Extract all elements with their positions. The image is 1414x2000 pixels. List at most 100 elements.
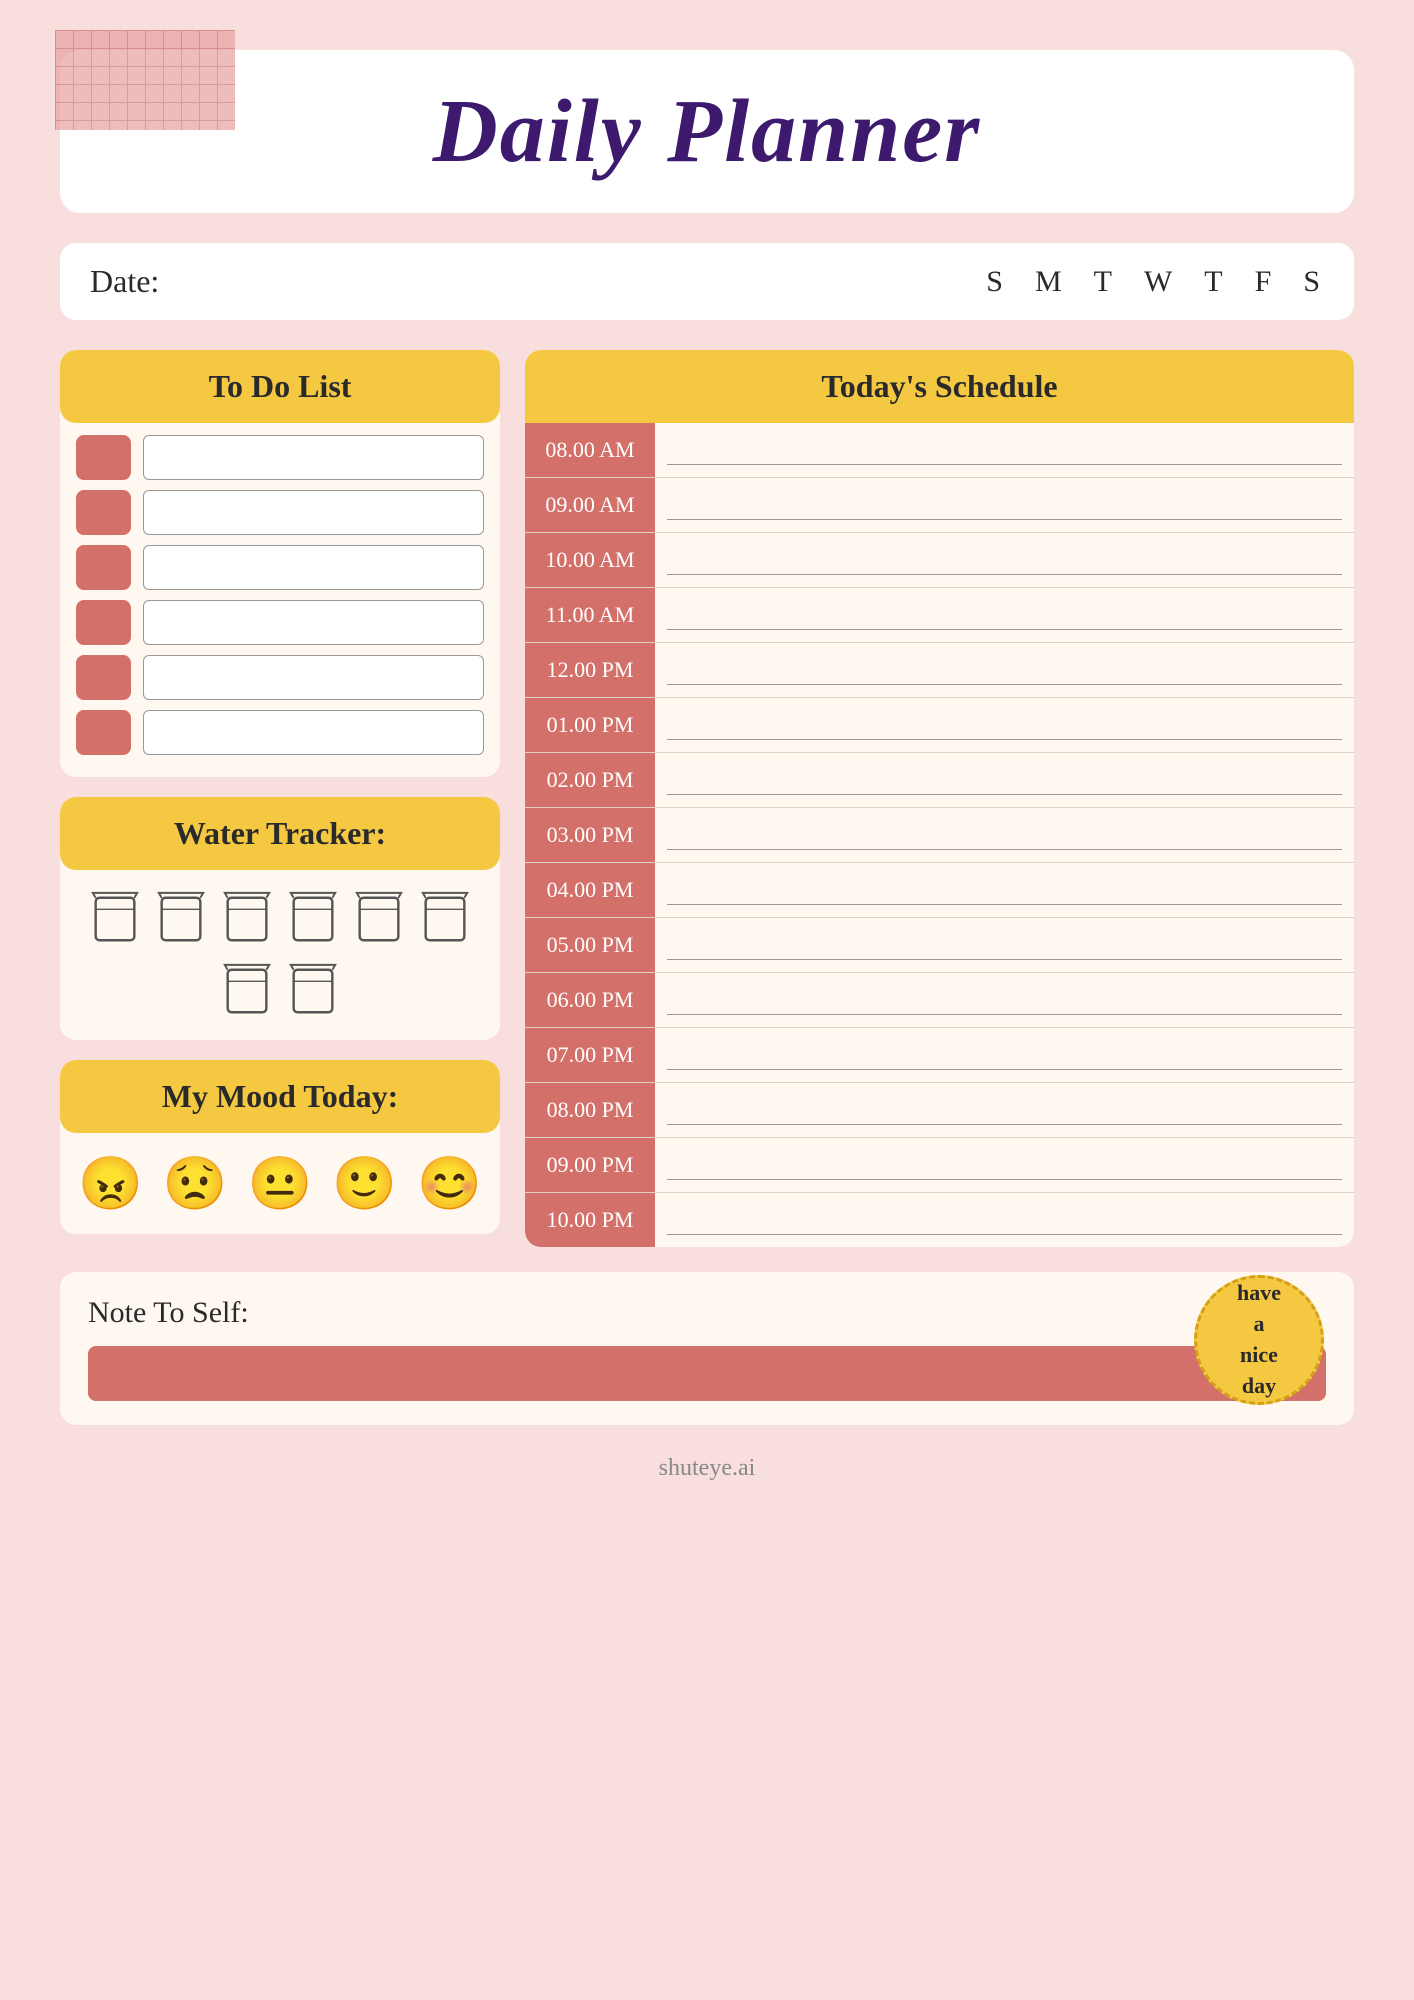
todo-line-3[interactable] [143,545,484,590]
time-8pm: 08.00 PM [525,1083,655,1137]
todo-item-5 [76,655,484,700]
schedule-section: Today's Schedule 08.00 AM 09.00 AM 10.00… [525,350,1354,1247]
todo-items [60,423,500,777]
time-11am: 11.00 AM [525,588,655,642]
note-area[interactable] [88,1346,1326,1401]
todo-checkbox-4[interactable] [76,600,131,645]
date-row: Date: S M T W T F S [60,243,1354,320]
event-9pm[interactable] [667,1151,1342,1180]
time-12pm: 12.00 PM [525,643,655,697]
time-5pm: 05.00 PM [525,918,655,972]
time-2pm: 02.00 PM [525,753,655,807]
todo-line-1[interactable] [143,435,484,480]
schedule-body: 08.00 AM 09.00 AM 10.00 AM 11.00 AM 12.0… [525,423,1354,1247]
event-4pm[interactable] [667,876,1342,905]
schedule-row-9pm: 09.00 PM [525,1138,1354,1193]
schedule-row-11am: 11.00 AM [525,588,1354,643]
day-m: M [1035,265,1066,299]
time-9pm: 09.00 PM [525,1138,655,1192]
event-3pm[interactable] [667,821,1342,850]
event-5pm[interactable] [667,931,1342,960]
todo-line-5[interactable] [143,655,484,700]
event-12pm[interactable] [667,656,1342,685]
schedule-row-2pm: 02.00 PM [525,753,1354,808]
note-section: Note To Self: [60,1272,1354,1425]
todo-checkbox-3[interactable] [76,545,131,590]
todo-header: To Do List [60,350,500,423]
schedule-row-10pm: 10.00 PM [525,1193,1354,1247]
mood-sad[interactable]: 😟 [163,1153,228,1214]
todo-item-3 [76,545,484,590]
event-9am[interactable] [667,491,1342,520]
event-8pm[interactable] [667,1096,1342,1125]
note-wrapper: Note To Self: have a nice day [60,1272,1354,1425]
schedule-row-4pm: 04.00 PM [525,863,1354,918]
water-cup-3[interactable] [221,890,273,948]
water-cup-6[interactable] [419,890,471,948]
nice-day-text: have a nice day [1237,1278,1281,1401]
schedule-row-1pm: 01.00 PM [525,698,1354,753]
todo-checkbox-1[interactable] [76,435,131,480]
todo-line-6[interactable] [143,710,484,755]
todo-item-4 [76,600,484,645]
time-10pm: 10.00 PM [525,1193,655,1247]
water-cup-5[interactable] [353,890,405,948]
event-6pm[interactable] [667,986,1342,1015]
nice-day-badge: have a nice day [1194,1275,1324,1405]
schedule-row-9am: 09.00 AM [525,478,1354,533]
page-title: Daily Planner [100,80,1314,183]
schedule-row-8pm: 08.00 PM [525,1083,1354,1138]
mood-happy[interactable]: 🙂 [332,1153,397,1214]
todo-checkbox-2[interactable] [76,490,131,535]
schedule-row-3pm: 03.00 PM [525,808,1354,863]
todo-checkbox-6[interactable] [76,710,131,755]
event-10pm[interactable] [667,1206,1342,1235]
schedule-row-6pm: 06.00 PM [525,973,1354,1028]
day-t2: T [1204,265,1226,299]
todo-line-2[interactable] [143,490,484,535]
todo-item-2 [76,490,484,535]
water-header: Water Tracker: [60,797,500,870]
todo-line-4[interactable] [143,600,484,645]
time-1pm: 01.00 PM [525,698,655,752]
time-4pm: 04.00 PM [525,863,655,917]
schedule-row-8am: 08.00 AM [525,423,1354,478]
footer: shuteye.ai [60,1455,1354,1502]
date-label: Date: [90,263,159,300]
day-t1: T [1094,265,1116,299]
water-cup-7[interactable] [221,962,273,1020]
water-cup-4[interactable] [287,890,339,948]
event-10am[interactable] [667,546,1342,575]
water-cup-8[interactable] [287,962,339,1020]
schedule-row-5pm: 05.00 PM [525,918,1354,973]
mood-angry[interactable]: 😠 [78,1153,143,1214]
page: Daily Planner Date: S M T W T F S To Do … [0,0,1414,2000]
event-7pm[interactable] [667,1041,1342,1070]
mood-emojis: 😠 😟 😐 🙂 😊 [60,1133,500,1234]
event-2pm[interactable] [667,766,1342,795]
schedule-row-10am: 10.00 AM [525,533,1354,588]
mood-header: My Mood Today: [60,1060,500,1133]
time-3pm: 03.00 PM [525,808,655,862]
tape-decoration [55,30,235,130]
event-11am[interactable] [667,601,1342,630]
water-cup-2[interactable] [155,890,207,948]
schedule-row-12pm: 12.00 PM [525,643,1354,698]
schedule-row-7pm: 07.00 PM [525,1028,1354,1083]
water-cups [60,870,500,1040]
left-column: To Do List [60,350,500,1247]
water-cup-1[interactable] [89,890,141,948]
mood-neutral[interactable]: 😐 [248,1153,313,1214]
note-label: Note To Self: [88,1296,249,1329]
todo-checkbox-5[interactable] [76,655,131,700]
time-8am: 08.00 AM [525,423,655,477]
mood-very-happy[interactable]: 😊 [417,1153,482,1214]
time-7pm: 07.00 PM [525,1028,655,1082]
event-1pm[interactable] [667,711,1342,740]
todo-section: To Do List [60,350,500,777]
event-8am[interactable] [667,436,1342,465]
footer-text: shuteye.ai [659,1455,756,1481]
days-row: S M T W T F S [986,265,1324,299]
todo-item-1 [76,435,484,480]
main-content: To Do List [60,350,1354,1247]
